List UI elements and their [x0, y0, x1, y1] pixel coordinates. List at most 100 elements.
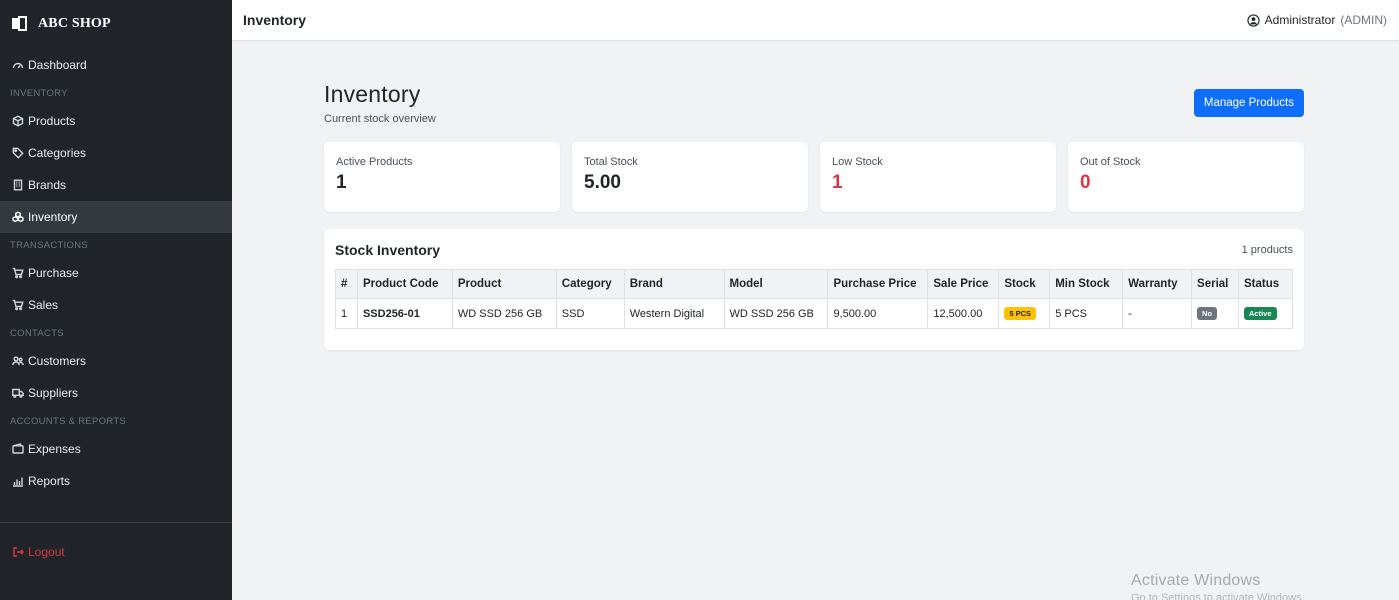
- sidebar-nav: Dashboard INVENTORY Products Categories Bran…: [0, 49, 232, 497]
- sidebar-section-label: INVENTORY: [10, 87, 68, 99]
- status-badge: Active: [1244, 307, 1277, 320]
- sidebar-section-label: ACCOUNTS & REPORTS: [10, 415, 127, 427]
- truck-icon: [12, 388, 24, 398]
- stock-inventory-panel: Stock Inventory 1 products # Product Code…: [324, 229, 1304, 350]
- activate-windows-subtext: Go to Settings to activate Windows.: [1131, 592, 1305, 600]
- stock-table: # Product Code Product Category Brand Model Pu…: [335, 269, 1293, 329]
- page-header: Inventory Current stock overview Manage …: [324, 80, 1304, 125]
- speedometer-icon: [12, 62, 24, 69]
- logout-icon: [13, 547, 24, 557]
- column-header[interactable]: Model: [723, 269, 829, 299]
- stat-label: Total Stock: [584, 156, 638, 168]
- boxes-icon: [12, 211, 24, 223]
- column-header[interactable]: Min Stock: [1049, 269, 1124, 299]
- stat-card-active-products: Active Products 1: [324, 142, 560, 212]
- cell-product: WD SSD 256 GB: [451, 298, 557, 329]
- sidebar: ABC SHOP Dashboard INVENTORY Products Categ…: [0, 0, 232, 600]
- manage-products-button[interactable]: Manage Products: [1193, 89, 1304, 117]
- cell-model: WD SSD 256 GB: [723, 298, 829, 329]
- brand-name: ABC SHOP: [38, 16, 111, 31]
- products-count: 1 products: [1241, 244, 1293, 256]
- cell-purchase-price: 9,500.00: [827, 298, 929, 329]
- stock-badge: 5 PCS: [1004, 307, 1036, 320]
- sidebar-item-label: Expenses: [28, 442, 81, 456]
- cell-warranty: -: [1122, 298, 1193, 329]
- stat-value: 1: [336, 172, 347, 193]
- column-header[interactable]: Purchase Price: [827, 269, 929, 299]
- column-header[interactable]: Stock: [998, 269, 1051, 299]
- cell-serial: No: [1191, 298, 1239, 329]
- stat-card-total-stock: Total Stock 5.00: [572, 142, 808, 212]
- sidebar-item-label: Sales: [28, 298, 59, 312]
- sidebar-section-label: CONTACTS: [10, 327, 64, 339]
- stat-label: Out of Stock: [1080, 156, 1141, 168]
- stats-row: Active Products 1 Total Stock 5.00 Low Stock…: [324, 142, 1304, 212]
- stat-card-low-stock: Low Stock 1: [820, 142, 1056, 212]
- wallet-icon: [12, 443, 24, 454]
- cell-index: 1: [335, 298, 358, 329]
- building-icon: [13, 179, 23, 191]
- sidebar-divider: [0, 522, 232, 523]
- sidebar-item-expenses[interactable]: Expenses: [0, 433, 232, 465]
- sidebar-item-suppliers[interactable]: Suppliers: [0, 377, 232, 409]
- column-header[interactable]: #: [335, 269, 358, 299]
- shop-logo-icon: [12, 16, 28, 32]
- sidebar-item-label: Brands: [28, 178, 67, 192]
- topbar: Inventory Administrator (ADMIN): [232, 0, 1399, 41]
- column-header[interactable]: Status: [1238, 269, 1293, 299]
- sidebar-item-brands[interactable]: Brands: [0, 169, 232, 201]
- sidebar-item-label: Products: [28, 114, 76, 128]
- sidebar-item-products[interactable]: Products: [0, 105, 232, 137]
- main-content: Inventory Current stock overview Manage …: [324, 80, 1304, 350]
- stat-value: 1: [832, 172, 843, 193]
- sidebar-item-label: Reports: [28, 474, 71, 488]
- sidebar-item-categories[interactable]: Categories: [0, 137, 232, 169]
- column-header[interactable]: Brand: [623, 269, 725, 299]
- table-header-row: # Product Code Product Category Brand Model Pu…: [335, 269, 1293, 299]
- table-body: 1 SSD256-01 WD SSD 256 GB SSD Western Digita…: [335, 298, 1293, 329]
- logout-container: Logout: [0, 536, 232, 568]
- cart-icon: [12, 267, 24, 279]
- table-row[interactable]: 1 SSD256-01 WD SSD 256 GB SSD Western Digita…: [335, 298, 1293, 329]
- user-role: (ADMIN): [1340, 13, 1387, 27]
- user-menu[interactable]: Administrator (ADMIN): [1247, 13, 1387, 27]
- column-header[interactable]: Product: [451, 269, 557, 299]
- panel-title: Stock Inventory: [335, 242, 441, 258]
- sidebar-item-purchase[interactable]: Purchase: [0, 257, 232, 289]
- column-header[interactable]: Sale Price: [927, 269, 1000, 299]
- sidebar-section-label: TRANSACTIONS: [10, 239, 89, 251]
- people-icon: [12, 356, 24, 366]
- sidebar-item-label: Customers: [28, 354, 87, 368]
- page-subtitle: Current stock overview: [324, 113, 436, 125]
- stat-value: 5.00: [584, 172, 621, 193]
- cart-icon: [12, 299, 24, 311]
- stat-label: Active Products: [336, 156, 413, 168]
- topbar-title: Inventory: [243, 12, 307, 28]
- column-header[interactable]: Category: [555, 269, 625, 299]
- sidebar-item-label: Inventory: [28, 210, 78, 224]
- sidebar-item-label: Dashboard: [28, 58, 87, 72]
- sidebar-item-label: Categories: [28, 146, 87, 160]
- sidebar-item-label: Suppliers: [28, 386, 79, 400]
- logout-link[interactable]: Logout: [0, 536, 232, 568]
- cell-code: SSD256-01: [356, 298, 453, 329]
- cell-min-stock: 5 PCS: [1049, 298, 1124, 329]
- column-header[interactable]: Serial: [1191, 269, 1239, 299]
- user-circle-icon: [1247, 13, 1260, 27]
- logout-label: Logout: [28, 545, 65, 559]
- sidebar-item-sales[interactable]: Sales: [0, 289, 232, 321]
- sidebar-item-customers[interactable]: Customers: [0, 345, 232, 377]
- brand[interactable]: ABC SHOP: [0, 0, 232, 48]
- cell-sale-price: 12,500.00: [927, 298, 1000, 329]
- sidebar-item-inventory[interactable]: Inventory: [0, 201, 232, 233]
- stat-value: 0: [1080, 172, 1091, 193]
- user-name: Administrator: [1264, 13, 1336, 27]
- sidebar-item-reports[interactable]: Reports: [0, 465, 232, 497]
- column-header[interactable]: Product Code: [356, 269, 453, 299]
- stat-card-out-of-stock: Out of Stock 0: [1068, 142, 1304, 212]
- cell-stock: 5 PCS: [998, 298, 1051, 329]
- sidebar-item-label: Purchase: [28, 266, 79, 280]
- page-title: Inventory: [324, 81, 421, 107]
- sidebar-item-dashboard[interactable]: Dashboard: [0, 49, 232, 81]
- column-header[interactable]: Warranty: [1122, 269, 1193, 299]
